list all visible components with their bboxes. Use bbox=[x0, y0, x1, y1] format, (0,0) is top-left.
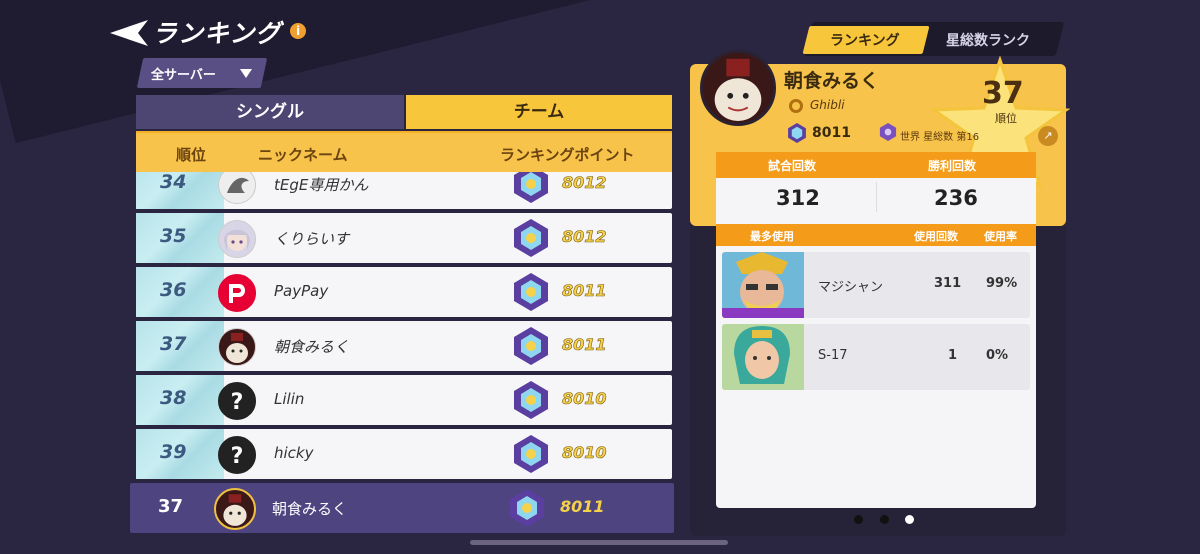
rank-points: 8011 bbox=[562, 335, 607, 355]
profile-avatar bbox=[700, 50, 776, 126]
rank-points: 8012 bbox=[562, 227, 607, 247]
rank-number: 38 bbox=[160, 387, 187, 409]
pager-dot[interactable] bbox=[880, 515, 889, 524]
player-name: くりらいす bbox=[274, 230, 350, 248]
chevron-down-icon[interactable] bbox=[240, 69, 252, 78]
player-name: hicky bbox=[274, 444, 314, 462]
table-row[interactable]: 38 ? Lilin 8010 bbox=[136, 375, 672, 425]
table-row[interactable]: 39 ? hicky 8010 bbox=[136, 429, 672, 479]
rank-badge-icon bbox=[514, 219, 548, 257]
rank-cell: 38 bbox=[136, 375, 224, 425]
hero-name: S-17 bbox=[818, 348, 848, 363]
hero-name: マジシャン bbox=[818, 280, 884, 295]
rank-points: 8011 bbox=[562, 281, 607, 301]
wins-value: 236 bbox=[934, 186, 978, 210]
tab-single[interactable]: シングル bbox=[136, 95, 404, 129]
most-used-label: 最多使用 bbox=[750, 230, 794, 243]
column-header: 順位 ニックネーム ランキングポイント bbox=[136, 131, 672, 173]
rank-points: 8010 bbox=[562, 389, 607, 409]
hero-rate: 99% bbox=[986, 276, 1018, 291]
player-name: 朝食みるく bbox=[274, 338, 350, 356]
s17-hero-portrait bbox=[722, 324, 804, 390]
col-rank: 順位 bbox=[176, 146, 207, 164]
svg-text:?: ? bbox=[231, 444, 244, 469]
rank-badge-icon bbox=[510, 489, 544, 527]
matches-label: 試合回数 bbox=[768, 159, 817, 173]
pager-dot[interactable] bbox=[854, 515, 863, 524]
rank-badge-icon bbox=[514, 172, 548, 203]
server-dropdown-label[interactable]: 全サーバー bbox=[151, 64, 216, 83]
magician-hero-portrait bbox=[722, 252, 804, 318]
rate-label: 使用率 bbox=[984, 230, 1017, 243]
world-rank-icon bbox=[879, 122, 897, 142]
page-title: ランキング bbox=[152, 19, 282, 48]
rank-badge-icon bbox=[514, 435, 548, 473]
rank-points: 8010 bbox=[562, 443, 607, 463]
table-row[interactable]: 34 tEgE専用かん 8012 bbox=[136, 172, 672, 209]
rank-badge-icon bbox=[514, 273, 548, 311]
col-points: ランキングポイント bbox=[500, 146, 635, 164]
world-rank-label: 世界 星総数 第16 bbox=[900, 132, 980, 143]
question-mark-icon: ? bbox=[218, 382, 256, 420]
hero-row[interactable]: マジシャン 311 99% bbox=[722, 252, 1030, 318]
rank-number: 34 bbox=[160, 172, 187, 193]
table-row[interactable]: 37 朝食みるく 8011 bbox=[136, 321, 672, 371]
anime-girl-avatar bbox=[218, 220, 256, 258]
player-name: Lilin bbox=[274, 390, 305, 408]
hero-table-header: 最多使用 使用回数 使用率 bbox=[716, 224, 1036, 246]
hero-uses: 1 bbox=[948, 348, 958, 363]
player-name: tEgE専用かん bbox=[274, 176, 369, 194]
guild-name: Ghibli bbox=[810, 98, 845, 112]
self-rank-row[interactable]: 37 朝食みるく 8011 bbox=[130, 483, 674, 533]
rank-cell: 34 bbox=[136, 172, 224, 209]
cake-character-avatar bbox=[214, 488, 256, 530]
back-arrow-icon[interactable] bbox=[104, 16, 150, 50]
home-indicator bbox=[470, 540, 728, 545]
rank-number: 37 bbox=[160, 333, 187, 355]
rank-badge-icon bbox=[514, 381, 548, 419]
wins-label: 勝利回数 bbox=[928, 159, 977, 173]
rank-number: 36 bbox=[160, 279, 187, 301]
rank-badge-icon bbox=[514, 327, 548, 365]
profile-rank-number: 37 bbox=[982, 76, 1024, 111]
table-row[interactable]: 36 PayPay 8011 bbox=[136, 267, 672, 317]
col-nickname: ニックネーム bbox=[258, 146, 348, 164]
profile-name: 朝食みるく bbox=[784, 70, 880, 92]
rank-number: 39 bbox=[160, 441, 187, 463]
matches-value: 312 bbox=[776, 186, 820, 210]
guild-icon bbox=[789, 99, 803, 113]
hero-uses: 311 bbox=[934, 276, 962, 291]
uses-label: 使用回数 bbox=[914, 230, 958, 243]
tab-star-rank[interactable]: 星総数ランク bbox=[946, 30, 1030, 50]
paypay-logo bbox=[218, 274, 256, 312]
rank-cell: 37 bbox=[136, 321, 224, 371]
silhouette-icon bbox=[218, 172, 256, 204]
stats-header: 試合回数 勝利回数 bbox=[716, 152, 1036, 178]
ranking-list[interactable]: 34 tEgE専用かん 8012 35 くりらいす 8012 36 PayPay… bbox=[136, 172, 672, 482]
rank-points: 8012 bbox=[562, 173, 607, 193]
hero-rate: 0% bbox=[986, 348, 1009, 363]
player-name: PayPay bbox=[274, 282, 329, 300]
self-rank-points: 8011 bbox=[560, 497, 605, 516]
profile-points: 8011 bbox=[812, 125, 851, 141]
hero-row[interactable]: S-17 1 0% bbox=[722, 324, 1030, 390]
table-row[interactable]: 35 くりらいす 8012 bbox=[136, 213, 672, 263]
profile-rank-label: 順位 bbox=[995, 112, 1017, 125]
rank-cell: 39 bbox=[136, 429, 224, 479]
self-player-name: 朝食みるく bbox=[272, 500, 348, 518]
rank-number: 35 bbox=[160, 225, 187, 247]
rank-cell: 36 bbox=[136, 267, 224, 317]
self-rank-number: 37 bbox=[158, 496, 184, 517]
rank-cell: 35 bbox=[136, 213, 224, 263]
rank-badge-icon bbox=[788, 123, 806, 143]
cake-character-avatar bbox=[218, 328, 256, 366]
tab-team[interactable]: チーム bbox=[406, 95, 672, 129]
divider bbox=[876, 182, 877, 212]
tab-ranking-label[interactable]: ランキング bbox=[830, 30, 900, 50]
share-icon[interactable]: ↗ bbox=[1038, 126, 1058, 146]
svg-text:?: ? bbox=[231, 390, 244, 415]
info-icon[interactable]: i bbox=[290, 23, 306, 39]
pager-dot-active[interactable] bbox=[905, 515, 914, 524]
question-mark-icon: ? bbox=[218, 436, 256, 474]
